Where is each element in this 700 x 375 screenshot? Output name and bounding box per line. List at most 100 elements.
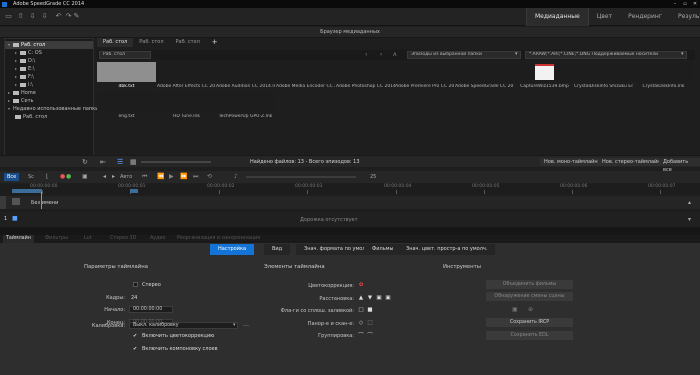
scene-icon[interactable]: ▣ bbox=[512, 306, 518, 313]
square-filled-icon[interactable]: ■ bbox=[367, 307, 373, 313]
color-wheel-icon[interactable]: ● bbox=[60, 173, 65, 180]
tree-item-i[interactable]: ▸ I:\ bbox=[15, 81, 33, 89]
save-ircp-button[interactable]: Сохранить IRCP bbox=[486, 318, 573, 327]
add-all-button[interactable]: Добавить все bbox=[659, 158, 700, 173]
save-icon[interactable]: ⇩ bbox=[28, 12, 37, 21]
wrench-icon[interactable]: ✎ bbox=[72, 12, 81, 21]
prev-icon[interactable]: ◂ bbox=[103, 173, 106, 180]
bookmark-icon[interactable]: ⇤ bbox=[100, 158, 106, 166]
image-icon[interactable]: ▣ bbox=[385, 295, 391, 301]
tree-item-c[interactable]: ▸ C: OS bbox=[15, 49, 42, 57]
stereo-checkbox[interactable] bbox=[133, 282, 138, 287]
in-out-icon[interactable]: ⌊ bbox=[46, 173, 48, 180]
color-wheel-icon[interactable]: ✿ bbox=[358, 282, 364, 288]
tab-color[interactable]: Цвет bbox=[589, 8, 620, 26]
calibration-select[interactable]: Выкл. калибровку bbox=[129, 322, 238, 329]
go-end-icon[interactable]: ⏭ bbox=[193, 173, 198, 181]
work-area-marker[interactable] bbox=[130, 189, 138, 193]
tree-item-e[interactable]: ▸ E:\ bbox=[15, 65, 35, 73]
new-stereo-timeline-button[interactable]: Нов. стерео-таймлайн bbox=[598, 158, 665, 166]
tree-item-desktop[interactable]: ▾ Раб. стол bbox=[5, 41, 93, 49]
file-item[interactable]: Adobe Premiere Pro CC 2014.lnk bbox=[395, 62, 454, 89]
tab-stereo[interactable]: Стерео 3D bbox=[110, 235, 136, 243]
refresh-icon[interactable]: ↻ bbox=[82, 158, 88, 166]
audio-icon[interactable]: ♪ bbox=[234, 173, 238, 180]
file-item[interactable]: Adobe Media Encoder CC 2014.lnk bbox=[276, 62, 335, 89]
file-item[interactable]: Adobe SpeedGrade CC 2014.lnk bbox=[455, 62, 514, 89]
new-project-icon[interactable]: ▭ bbox=[4, 12, 13, 21]
up-icon[interactable]: ʌ bbox=[393, 51, 397, 58]
browser-tab[interactable]: Раб. стол bbox=[133, 38, 169, 47]
file-item[interactable]: eng.txt bbox=[97, 92, 156, 119]
file-item[interactable]: TechPowerUp GPU-Z.lnk bbox=[216, 92, 275, 119]
save-edl-button[interactable]: Сохранить EDL bbox=[486, 331, 573, 340]
tab-lut[interactable]: Lut bbox=[84, 235, 92, 243]
maximize-button[interactable]: ▫ bbox=[680, 0, 690, 8]
start-field[interactable]: 00:00:00:00 bbox=[129, 306, 173, 313]
filter-all-button[interactable]: Все bbox=[4, 173, 20, 181]
file-item[interactable]: Adobe After Effects CC 2014.lnk bbox=[157, 62, 216, 89]
auto-toggle[interactable]: Авто bbox=[120, 174, 132, 180]
file-item[interactable]: CrystalDiskInfo Shizuku Edition.lnk bbox=[574, 62, 633, 89]
more-icon[interactable]: … bbox=[243, 321, 249, 328]
forward-icon[interactable]: › bbox=[380, 51, 382, 58]
tree-item-f[interactable]: ▸ F:\ bbox=[15, 73, 34, 81]
scroll-down-icon[interactable]: ▾ bbox=[688, 216, 691, 223]
arrow-down-icon[interactable]: ▼ bbox=[367, 295, 373, 301]
file-item[interactable]: HD Tune.lnk bbox=[157, 92, 216, 119]
tree-item-home[interactable]: ▸ Home bbox=[8, 89, 36, 97]
merge-films-button[interactable]: Объединить фильмы bbox=[486, 280, 573, 289]
tab-timeline[interactable]: Таймлайн bbox=[3, 235, 34, 243]
go-start-icon[interactable]: ⏮ bbox=[142, 173, 147, 181]
rewind-icon[interactable]: ⏪ bbox=[157, 173, 164, 180]
back-icon[interactable]: ‹ bbox=[365, 51, 367, 58]
file-item[interactable]: CrystalDiskInfo.lnk bbox=[634, 62, 693, 89]
tree-item-d[interactable]: ▸ D:\ bbox=[15, 57, 35, 65]
lock-icon[interactable]: ■ bbox=[12, 215, 18, 222]
subtab-films[interactable]: Фильмы bbox=[364, 244, 402, 255]
grid-view-icon[interactable]: ▦ bbox=[130, 158, 137, 166]
ungroup-icon[interactable]: ⌒ bbox=[367, 333, 373, 339]
save-as-icon[interactable]: ⇩ bbox=[40, 12, 49, 21]
check-icon[interactable]: ✔ bbox=[133, 333, 137, 339]
close-button[interactable]: ✕ bbox=[690, 0, 700, 8]
tab-reorganize[interactable]: Реорганизация и синхронизация bbox=[177, 235, 260, 243]
forward-icon[interactable]: ⏩ bbox=[180, 173, 187, 180]
pan-icon[interactable]: ◇ bbox=[358, 320, 364, 326]
scene-detect-button[interactable]: Обнаружение смены сцены bbox=[486, 292, 573, 301]
subtab-view[interactable]: Вид bbox=[264, 244, 291, 255]
file-item[interactable]: Adobe Audition CC 2014.lnk bbox=[216, 62, 275, 89]
timeline-zoom-slider[interactable] bbox=[246, 176, 356, 178]
file-item[interactable]: CaptureWiz1539.bmp bbox=[515, 62, 574, 89]
list-view-icon[interactable]: ☰ bbox=[117, 158, 123, 166]
undo-icon[interactable]: ↶ bbox=[54, 12, 63, 21]
tree-item-recent[interactable]: ▾ Недавно использованные папки bbox=[8, 105, 98, 113]
work-area-bar[interactable] bbox=[12, 189, 42, 193]
snapshot-icon[interactable]: ▣ bbox=[82, 173, 88, 180]
tree-item-network[interactable]: ▸ Сеть bbox=[8, 97, 33, 105]
browser-tab[interactable]: Раб. стол bbox=[170, 38, 206, 47]
scroll-up-icon[interactable]: ▴ bbox=[688, 199, 691, 206]
loop-icon[interactable]: ⟲ bbox=[207, 173, 212, 180]
browser-tab[interactable]: Раб. стол bbox=[97, 38, 134, 47]
tab-audio[interactable]: Аудио bbox=[150, 235, 166, 243]
tab-render[interactable]: Рендеринг bbox=[620, 8, 670, 26]
subtab-setup[interactable]: Настройка bbox=[210, 244, 255, 255]
add-tab-button[interactable]: + bbox=[206, 38, 224, 47]
image-icon[interactable]: ▣ bbox=[376, 295, 382, 301]
group-icon[interactable]: ⌒ bbox=[358, 333, 364, 339]
file-type-select[interactable]: *.ARAW;*.ARI;*.CINE;*.DNG Поддерживаемые… bbox=[525, 51, 687, 59]
scene-mode-button[interactable]: Sc bbox=[28, 174, 34, 180]
tab-filters[interactable]: Фильтры bbox=[45, 235, 68, 243]
zoom-slider[interactable] bbox=[141, 161, 211, 163]
new-mono-timeline-button[interactable]: Нов. моно-таймлайн bbox=[540, 158, 602, 166]
square-outline-icon[interactable]: □ bbox=[358, 307, 364, 313]
tree-item-recent-desktop[interactable]: Раб. стол bbox=[15, 113, 47, 121]
next-icon[interactable]: ▸ bbox=[112, 173, 115, 180]
scan-icon[interactable]: ⬚ bbox=[367, 320, 373, 326]
check-icon[interactable]: ✔ bbox=[133, 346, 137, 352]
file-item[interactable]: dbk.txt bbox=[97, 62, 156, 89]
path-field[interactable]: Раб. стол bbox=[99, 51, 151, 59]
subtab-colorspace-defaults[interactable]: Знач. цвет. простр-а по умолч. bbox=[398, 244, 496, 255]
lock-icon[interactable]: ⊕ bbox=[528, 306, 533, 313]
